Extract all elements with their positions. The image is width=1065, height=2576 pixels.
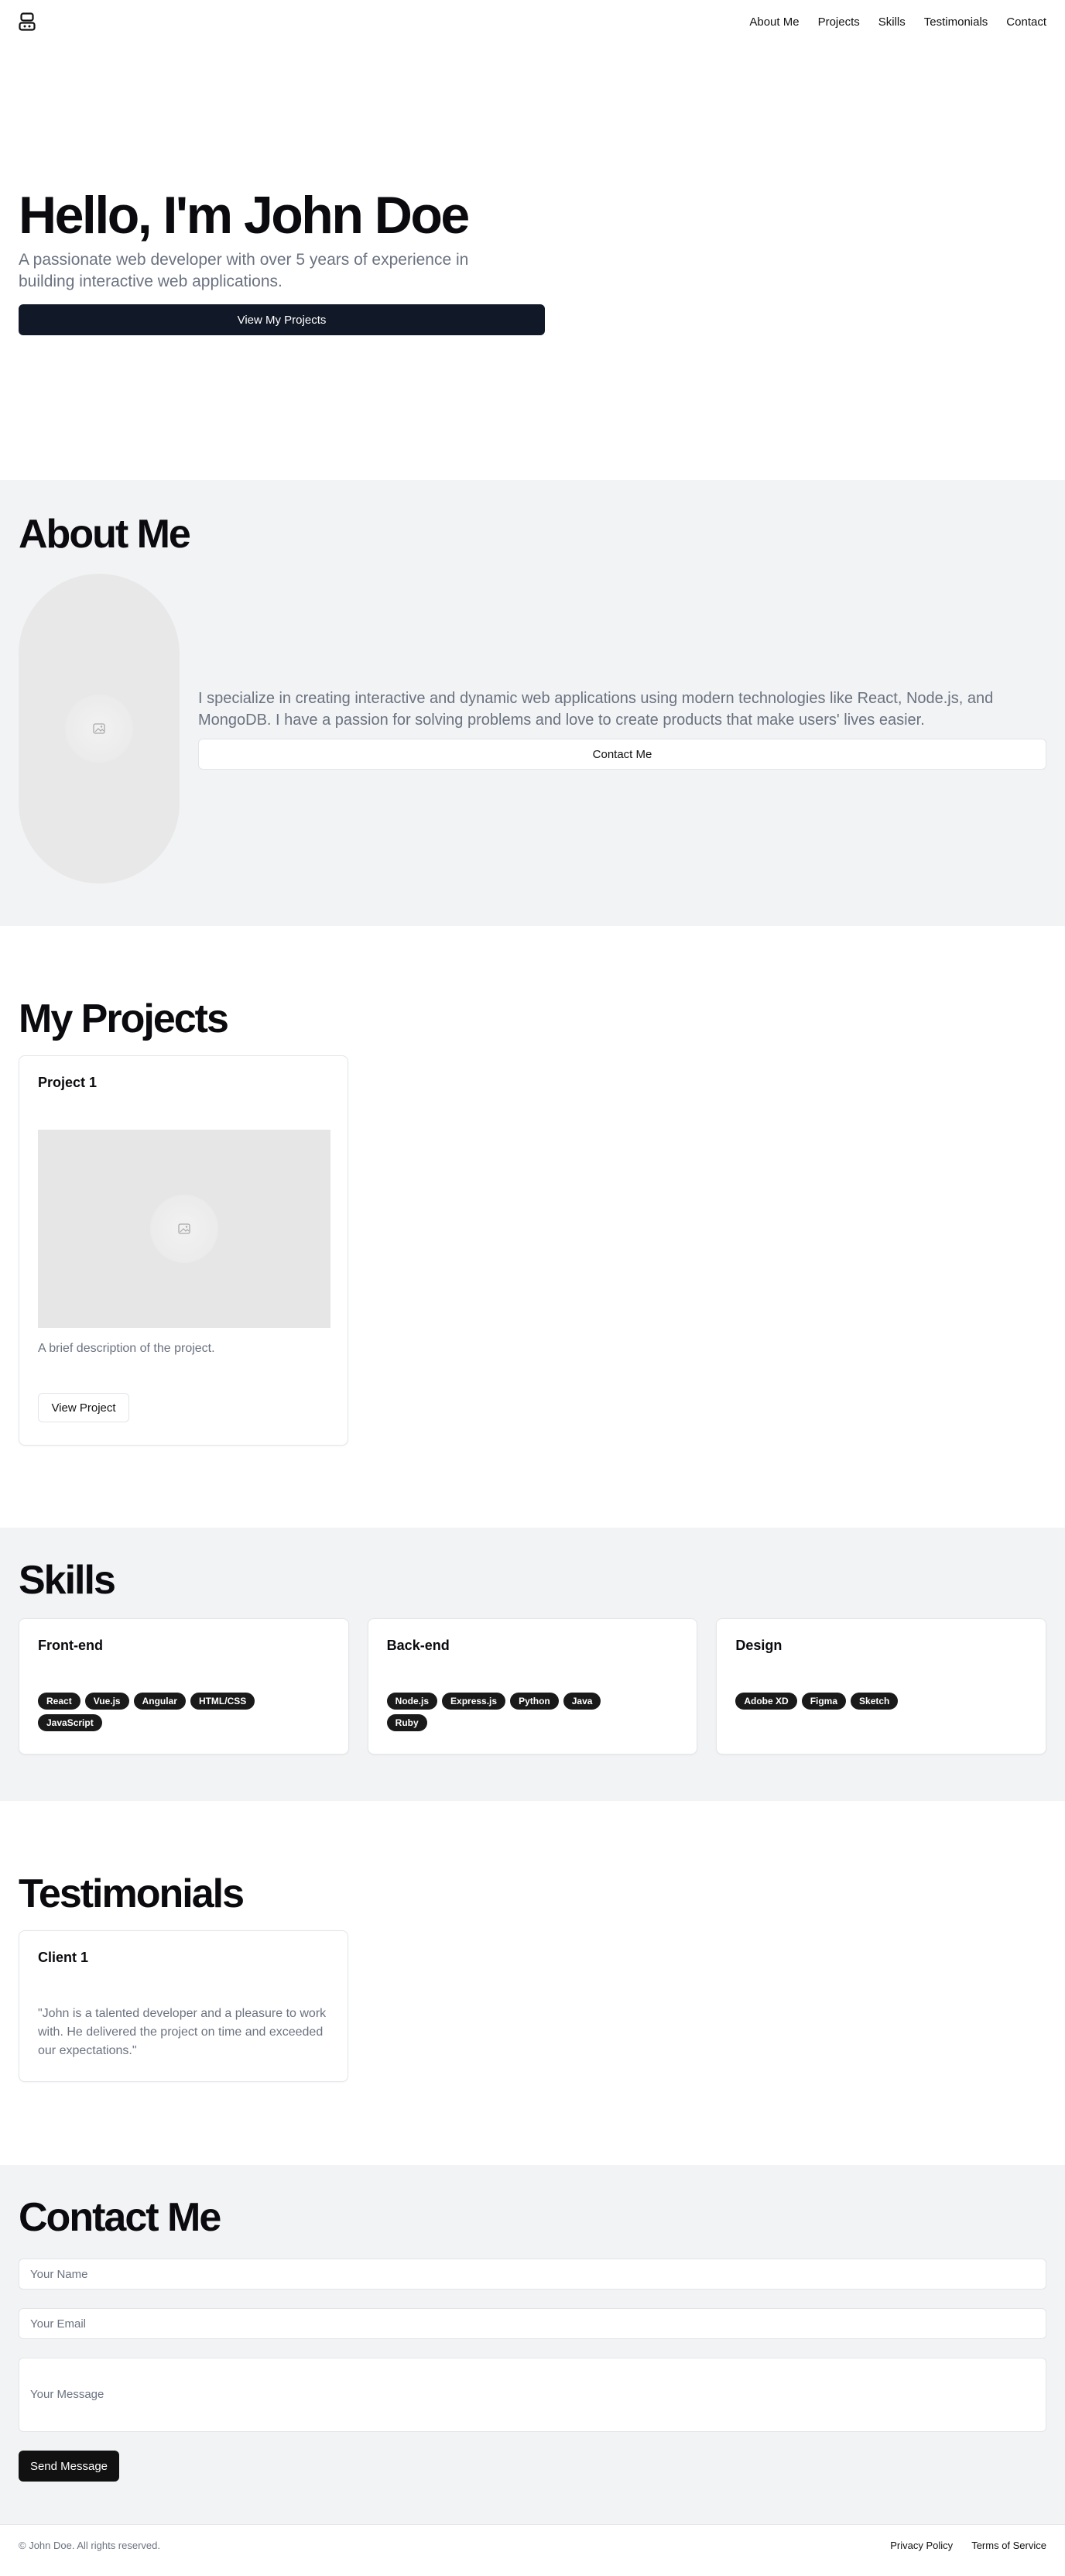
view-projects-button[interactable]: View My Projects xyxy=(19,304,545,336)
skill-group-title: Back-end xyxy=(386,1638,450,1654)
testimonial-client: Client 1 xyxy=(38,1950,89,1966)
skill-group-title: Front-end xyxy=(38,1638,103,1654)
projects-title: My Projects xyxy=(19,996,229,1041)
skill-tags: React Vue.js Angular HTML/CSS JavaScript xyxy=(38,1693,286,1732)
nav-links: About Me Projects Skills Testimonials Co… xyxy=(749,15,1046,29)
skill-tag: HTML/CSS xyxy=(190,1693,255,1710)
about-body: I specialize in creating interactive and… xyxy=(19,574,1046,884)
skill-tag: Sketch xyxy=(851,1693,899,1710)
skill-tag: Java xyxy=(563,1693,601,1710)
testimonial-card: Client 1 "John is a talented developer a… xyxy=(19,1930,348,2083)
skill-group-title: Design xyxy=(735,1638,782,1654)
skill-tag: Vue.js xyxy=(84,1693,129,1710)
terms-of-service-link[interactable]: Terms of Service xyxy=(971,2540,1046,2551)
about-paragraph: I specialize in creating interactive and… xyxy=(198,690,994,729)
skill-tag: Adobe XD xyxy=(735,1693,797,1710)
privacy-policy-link[interactable]: Privacy Policy xyxy=(890,2540,953,2551)
project-description: A brief description of the project. xyxy=(38,1342,215,1356)
testimonials-section: Testimonials Client 1 "John is a talente… xyxy=(0,1801,1065,2165)
about-section: About Me I specialize in creating intera… xyxy=(0,480,1065,926)
skill-tag: Ruby xyxy=(386,1714,427,1732)
skill-tag: Express.js xyxy=(442,1693,506,1710)
hero-title: Hello, I'm John Doe xyxy=(19,185,470,245)
skills-section: Skills Front-end React Vue.js Angular HT… xyxy=(0,1528,1065,1801)
hero-section: Hello, I'm John Doe A passionate web dev… xyxy=(0,43,1065,480)
skill-card-design: Design Adobe XD Figma Sketch xyxy=(716,1618,1047,1755)
nav-link-skills[interactable]: Skills xyxy=(878,15,906,29)
contact-me-button[interactable]: Contact Me xyxy=(198,739,1046,770)
skill-card-backend: Back-end Node.js Express.js Python Java … xyxy=(367,1618,698,1755)
view-project-button[interactable]: View Project xyxy=(38,1393,129,1423)
nav-link-about[interactable]: About Me xyxy=(749,15,799,29)
testimonial-quote: "John is a talented developer and a plea… xyxy=(38,2007,327,2058)
contact-title: Contact Me xyxy=(19,2195,221,2240)
project-title: Project 1 xyxy=(38,1075,98,1091)
project-image xyxy=(38,1130,330,1329)
brand-logo-icon[interactable] xyxy=(19,12,36,31)
project-card: Project 1 A brief description of the pro… xyxy=(19,1055,348,1446)
nav-link-contact[interactable]: Contact xyxy=(1006,15,1046,29)
nav-link-testimonials[interactable]: Testimonials xyxy=(924,15,988,29)
skills-title: Skills xyxy=(19,1558,116,1603)
hero-subtitle: A passionate web developer with over 5 y… xyxy=(19,250,469,290)
contact-section: Contact Me Send Message xyxy=(0,2165,1065,2524)
skill-tags: Node.js Express.js Python Java Ruby xyxy=(386,1693,635,1732)
projects-section: My Projects Project 1 A brief descriptio… xyxy=(0,926,1065,1528)
skill-card-frontend: Front-end React Vue.js Angular HTML/CSS … xyxy=(19,1618,349,1755)
about-text: I specialize in creating interactive and… xyxy=(198,688,1046,770)
image-placeholder-icon xyxy=(150,1195,218,1264)
footer-links: Privacy Policy Terms of Service xyxy=(890,2540,1046,2551)
skill-tag: React xyxy=(38,1693,80,1710)
copyright-text: © John Doe. All rights reserved. xyxy=(19,2540,160,2551)
skill-tag: JavaScript xyxy=(38,1714,102,1732)
profile-photo xyxy=(19,574,180,884)
about-title: About Me xyxy=(19,512,191,557)
skill-tags: Adobe XD Figma Sketch xyxy=(735,1693,983,1710)
skill-tag: Angular xyxy=(133,1693,186,1710)
footer: © John Doe. All rights reserved. Privacy… xyxy=(0,2524,1065,2566)
name-input[interactable] xyxy=(19,2259,1046,2290)
top-nav: About Me Projects Skills Testimonials Co… xyxy=(0,0,1065,43)
email-input[interactable] xyxy=(19,2308,1046,2340)
message-textarea[interactable] xyxy=(19,2358,1046,2433)
skill-tag: Node.js xyxy=(386,1693,438,1710)
testimonials-title: Testimonials xyxy=(19,1871,245,1916)
send-message-button[interactable]: Send Message xyxy=(19,2451,119,2482)
nav-link-projects[interactable]: Projects xyxy=(818,15,860,29)
skills-grid: Front-end React Vue.js Angular HTML/CSS … xyxy=(19,1618,1047,1755)
skill-tag: Figma xyxy=(801,1693,847,1710)
image-placeholder-icon xyxy=(65,695,133,763)
skill-tag: Python xyxy=(510,1693,559,1710)
